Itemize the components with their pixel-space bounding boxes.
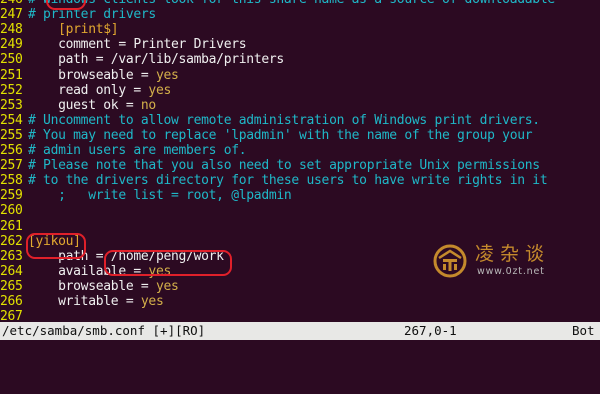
config-value: Printer Drivers (125, 37, 247, 53)
config-value: yes (148, 67, 179, 83)
line-number: 266 (0, 294, 23, 309)
code-line[interactable]: 256 # admin users are members of. (0, 143, 247, 159)
code-line[interactable]: 263 path = /home/peng/work (0, 249, 224, 265)
line-text: # Uncomment to allow remote administrati… (28, 112, 540, 128)
code-line[interactable]: 258 # to the drivers directory for these … (0, 173, 548, 189)
line-text: # Windows clients look for this share na… (28, 0, 555, 7)
line-number: 253 (0, 97, 23, 113)
config-value: no (133, 97, 156, 113)
watermark-title: 凌杂谈 (475, 243, 551, 265)
config-key: path = (28, 248, 104, 264)
config-key: guest ok = (28, 97, 134, 113)
code-line[interactable]: 252 read only = yes (0, 83, 171, 99)
config-value: yes (148, 278, 179, 294)
line-number: 263 (0, 248, 23, 264)
line-number: 252 (0, 82, 23, 98)
config-value: yes (133, 294, 164, 309)
code-line[interactable]: 262 [yikou] (0, 234, 81, 250)
line-number: 265 (0, 278, 23, 294)
config-key: writable = (28, 294, 134, 309)
config-value: /home/peng/work (103, 248, 224, 264)
code-line[interactable]: 257 # Please note that you also need to s… (0, 158, 540, 174)
config-value: yes (140, 263, 172, 279)
status-scroll-position: Bot (572, 323, 595, 338)
line-text: # to the drivers directory for these use… (28, 173, 548, 189)
line-number: 256 (0, 143, 23, 158)
code-line[interactable]: 266 writable = yes (0, 294, 164, 310)
line-number: 254 (0, 112, 23, 128)
line-number: 258 (0, 173, 23, 189)
code-line[interactable]: 260 (0, 203, 28, 219)
line-text: # You may need to replace 'lpadmin' with… (28, 127, 533, 143)
line-number: 248 (0, 22, 23, 38)
code-line[interactable]: 255 # You may need to replace 'lpadmin' w… (0, 127, 533, 144)
line-number: 264 (0, 263, 23, 279)
watermark-url: www.0zt.net (477, 266, 545, 277)
status-cursor-position: 267,0-1 (404, 323, 457, 338)
config-key: path = (28, 52, 104, 68)
line-number: 247 (0, 7, 23, 23)
status-file-name: /etc/samba/smb.conf [+][RO] (2, 323, 206, 338)
code-line[interactable]: 250 path = /var/lib/samba/printers (0, 52, 284, 68)
config-key: available = (28, 263, 141, 279)
line-number: 251 (0, 67, 23, 83)
line-text: ; write list = root, @lpadmin (28, 188, 292, 204)
code-line[interactable]: 254 # Uncomment to allow remote administr… (0, 113, 540, 129)
config-key: browseable = (28, 67, 149, 83)
line-number: 260 (0, 203, 23, 219)
code-line[interactable]: 253 guest ok = no (0, 98, 156, 114)
section-header: [yikou] (28, 233, 81, 249)
line-number: 261 (0, 218, 23, 234)
line-number: 249 (0, 37, 23, 53)
code-line[interactable]: 249 comment = Printer Drivers (0, 37, 247, 53)
code-line[interactable]: 248 [print$] (0, 22, 119, 38)
line-number: 255 (0, 127, 23, 143)
code-line[interactable]: 259 ; write list = root, @lpadmin (0, 188, 292, 204)
line-text: # Please note that you also need to set … (28, 158, 540, 174)
code-line[interactable]: 265 browseable = yes (0, 279, 179, 295)
watermark: 凌杂谈 www.0zt.net (433, 242, 573, 282)
code-line[interactable]: 261 (0, 219, 28, 235)
config-key: browseable = (28, 278, 149, 294)
config-value: yes (140, 82, 172, 98)
code-line[interactable]: 264 available = yes (0, 264, 171, 280)
vim-status-bar: /etc/samba/smb.conf [+][RO] 267,0-1 Bot (0, 322, 600, 340)
config-value: /var/lib/samba/printers (103, 52, 284, 68)
config-key: read only = (28, 82, 141, 98)
line-text: # admin users are members of. (28, 143, 247, 158)
line-number: 262 (0, 233, 23, 249)
line-number: 257 (0, 158, 23, 174)
code-line[interactable]: 247 # printer drivers (0, 7, 156, 23)
watermark-logo-icon (433, 244, 467, 278)
line-text: [print$] (28, 22, 119, 38)
line-number: 259 (0, 188, 23, 204)
line-number: 250 (0, 52, 23, 68)
code-line[interactable]: 251 browseable = yes (0, 68, 179, 84)
config-key: comment = (28, 37, 126, 53)
line-text: # printer drivers (28, 7, 156, 23)
